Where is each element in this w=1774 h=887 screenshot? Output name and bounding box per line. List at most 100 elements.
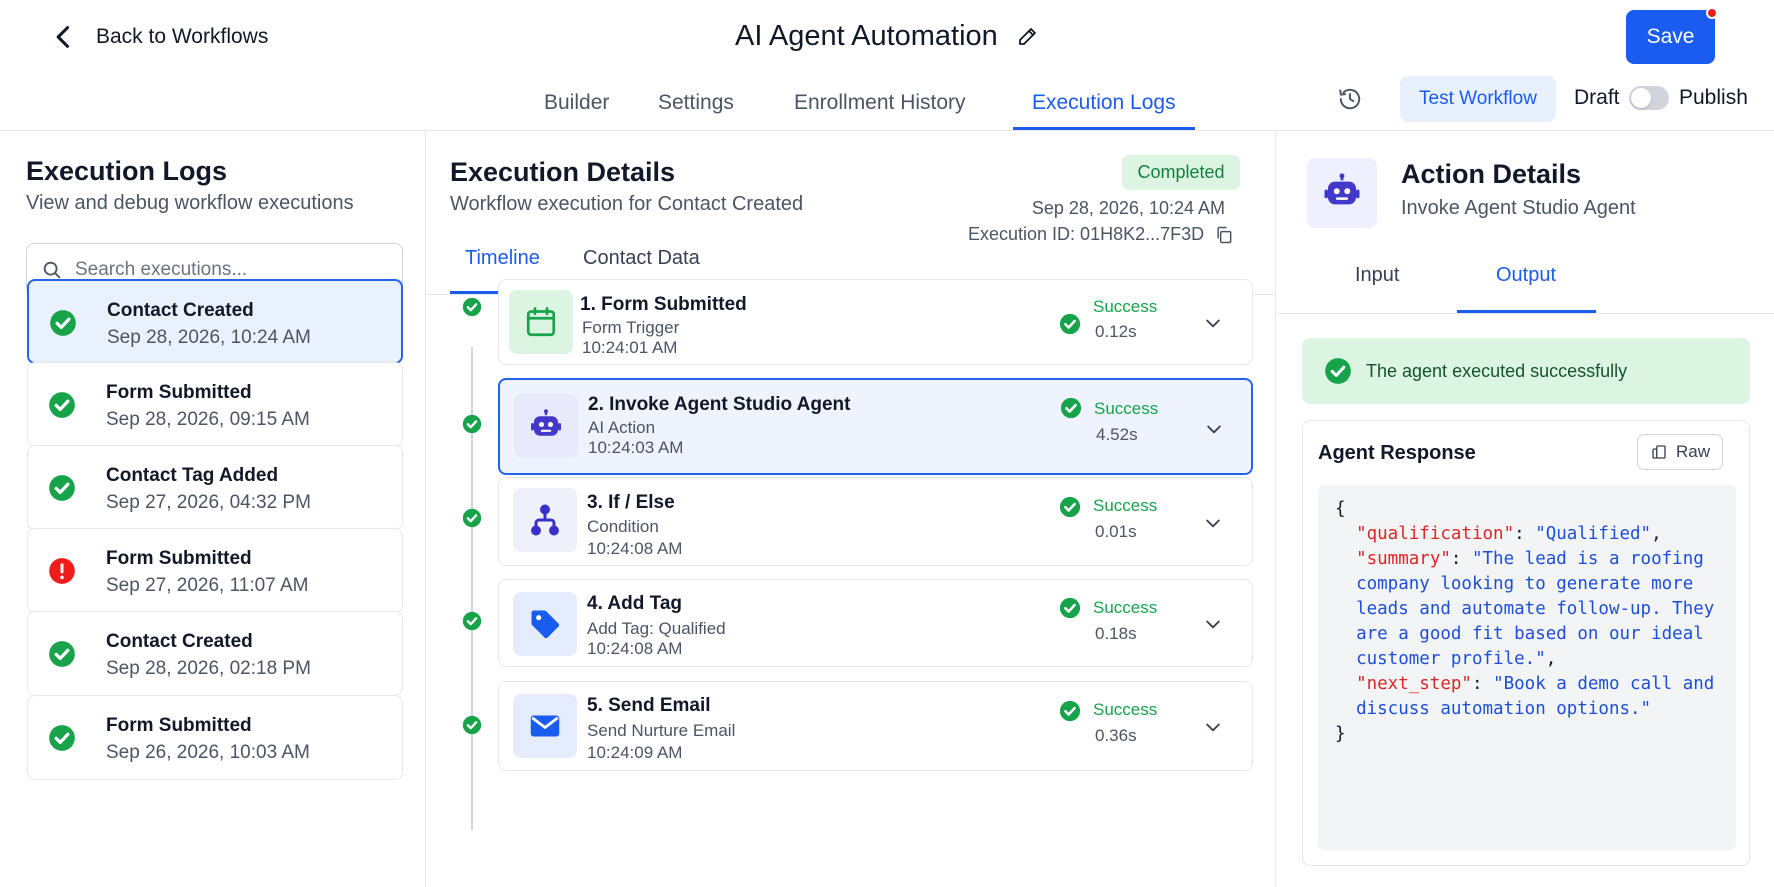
execution-id-row: Execution ID: 01H8K2...7F3D xyxy=(968,224,1234,245)
action-subtitle: Invoke Agent Studio Agent xyxy=(1401,197,1636,219)
timeline-check-icon xyxy=(462,715,482,735)
step-status: Success xyxy=(1093,700,1158,719)
step-time: 10:24:08 AM xyxy=(587,539,683,558)
raw-button[interactable]: Raw xyxy=(1637,434,1723,470)
chevron-down-icon[interactable] xyxy=(1204,419,1224,439)
history-icon[interactable] xyxy=(1337,86,1363,112)
response-title: Agent Response xyxy=(1318,442,1476,464)
chevron-down-icon[interactable] xyxy=(1203,513,1223,533)
execution-date: Sep 27, 2026, 04:32 PM xyxy=(106,492,311,513)
step-status: Success xyxy=(1093,496,1158,515)
execution-list-item[interactable]: Contact Created Sep 28, 2026, 10:24 AM xyxy=(27,279,403,364)
back-to-workflows-link[interactable]: Back to Workflows xyxy=(50,18,268,56)
mail-icon xyxy=(513,694,577,758)
json-line: customer profile.", xyxy=(1335,647,1719,672)
tab-execution-logs[interactable]: Execution Logs xyxy=(1032,74,1176,131)
panel-title: Execution Logs xyxy=(26,156,228,186)
workflow-tabs: Builder Settings Enrollment History Exec… xyxy=(0,74,1774,131)
details-subtitle: Workflow execution for Contact Created xyxy=(450,193,804,215)
step-title: 3. If / Else xyxy=(587,492,675,513)
json-brace: { xyxy=(1335,499,1346,519)
step-time: 10:24:01 AM xyxy=(582,338,678,357)
timeline-step[interactable]: 4. Add Tag Add Tag: Qualified 10:24:08 AM S… xyxy=(498,579,1253,667)
execution-list-item[interactable]: Contact Created Sep 28, 2026, 02:18 PM xyxy=(27,611,403,696)
json-line: "next_step": "Book a demo call and xyxy=(1335,672,1719,697)
timeline-check-icon xyxy=(462,297,482,317)
timeline-step[interactable]: 2. Invoke Agent Studio Agent AI Action 10:… xyxy=(498,378,1253,475)
chevron-down-icon[interactable] xyxy=(1203,614,1223,634)
json-value: "Book a demo call and xyxy=(1493,674,1715,694)
check-circle-icon xyxy=(1060,397,1082,419)
tab-timeline[interactable]: Timeline xyxy=(465,236,540,280)
json-line: discuss automation options." xyxy=(1335,697,1719,722)
pencil-icon[interactable] xyxy=(1016,24,1040,48)
check-circle-icon xyxy=(48,724,76,752)
chevron-down-icon[interactable] xyxy=(1203,717,1223,737)
json-line: leads and automate follow-up. They xyxy=(1335,597,1719,622)
raw-label: Raw xyxy=(1675,442,1710,461)
json-value: leads and automate follow-up. They xyxy=(1356,599,1715,619)
response-json: { "qualification": "Qualified", "summary… xyxy=(1318,485,1736,850)
timeline-step[interactable]: 3. If / Else Condition 10:24:08 AM Success 0… xyxy=(498,477,1253,566)
tab-builder[interactable]: Builder xyxy=(544,74,609,131)
json-key: "next_step" xyxy=(1356,674,1472,694)
tab-output[interactable]: Output xyxy=(1496,255,1556,295)
publish-label: Publish xyxy=(1679,86,1748,109)
error-icon xyxy=(48,557,76,585)
save-button[interactable]: Save xyxy=(1626,10,1715,64)
step-title: 2. Invoke Agent Studio Agent xyxy=(588,394,851,415)
json-line: "qualification": "Qualified", xyxy=(1335,522,1719,547)
timeline-step[interactable]: 1. Form Submitted Form Trigger 10:24:01 AM… xyxy=(498,279,1253,365)
check-circle-icon xyxy=(1059,496,1081,518)
search-input[interactable] xyxy=(75,259,395,281)
json-value: discuss automation options." xyxy=(1356,699,1652,719)
step-duration: 0.12s xyxy=(1095,322,1137,341)
tab-enrollment-history[interactable]: Enrollment History xyxy=(794,74,966,131)
tab-input[interactable]: Input xyxy=(1355,255,1399,295)
tab-settings[interactable]: Settings xyxy=(658,74,734,131)
execution-list-item[interactable]: Contact Tag Added Sep 27, 2026, 04:32 PM xyxy=(27,445,403,530)
json-line: "summary": "The lead is a roofing xyxy=(1335,547,1719,572)
status-badge: Completed xyxy=(1122,155,1240,190)
tab-contact-data[interactable]: Contact Data xyxy=(583,236,700,280)
unsaved-indicator xyxy=(1706,7,1718,19)
publish-toggle[interactable] xyxy=(1629,86,1669,110)
json-line: are a good fit based on our ideal xyxy=(1335,622,1719,647)
step-status: Success xyxy=(1093,598,1158,617)
json-line: } xyxy=(1335,722,1719,747)
execution-list-item[interactable]: Form Submitted Sep 28, 2026, 09:15 AM xyxy=(27,362,403,447)
execution-details-panel: Execution Details Workflow execution for… xyxy=(426,131,1276,887)
json-value: are a good fit based on our ideal xyxy=(1356,624,1704,644)
toggle-knob xyxy=(1631,88,1651,108)
execution-list-item[interactable]: Form Submitted Sep 26, 2026, 10:03 AM xyxy=(27,695,403,780)
json-separator: : xyxy=(1450,549,1472,569)
execution-logs-panel: Execution Logs View and debug workflow e… xyxy=(0,131,426,887)
timeline-check-icon xyxy=(462,414,482,434)
json-value: "Qualified" xyxy=(1535,524,1652,544)
action-title: Action Details xyxy=(1401,159,1582,189)
json-value: company looking to generate more xyxy=(1356,574,1694,594)
check-circle-icon xyxy=(1059,700,1081,722)
copy-icon[interactable] xyxy=(1214,225,1234,245)
active-tab-indicator xyxy=(1013,127,1195,130)
check-circle-icon xyxy=(48,640,76,668)
step-status: Success xyxy=(1094,399,1159,418)
execution-title: Form Submitted xyxy=(106,382,252,403)
page-title: AI Agent Automation xyxy=(735,19,998,52)
agent-response-card: Agent Response Raw { "qualification": "Q… xyxy=(1302,420,1750,866)
test-workflow-button[interactable]: Test Workflow xyxy=(1400,76,1556,122)
step-title: 1. Form Submitted xyxy=(580,294,747,315)
execution-title: Contact Created xyxy=(106,631,253,652)
step-type: Condition xyxy=(587,517,659,536)
robot-icon xyxy=(1324,173,1360,205)
step-title: 4. Add Tag xyxy=(587,593,682,614)
execution-date: Sep 28, 2026, 10:24 AM xyxy=(107,327,311,348)
step-time: 10:24:03 AM xyxy=(588,438,684,457)
chevron-down-icon[interactable] xyxy=(1203,313,1223,333)
execution-list-item[interactable]: Form Submitted Sep 27, 2026, 11:07 AM xyxy=(27,528,403,613)
divider xyxy=(1276,313,1774,314)
step-title: 5. Send Email xyxy=(587,695,711,716)
step-status: Success xyxy=(1093,297,1158,316)
timeline-step[interactable]: 5. Send Email Send Nurture Email 10:24:09 … xyxy=(498,681,1253,771)
copy-icon xyxy=(1652,445,1666,459)
